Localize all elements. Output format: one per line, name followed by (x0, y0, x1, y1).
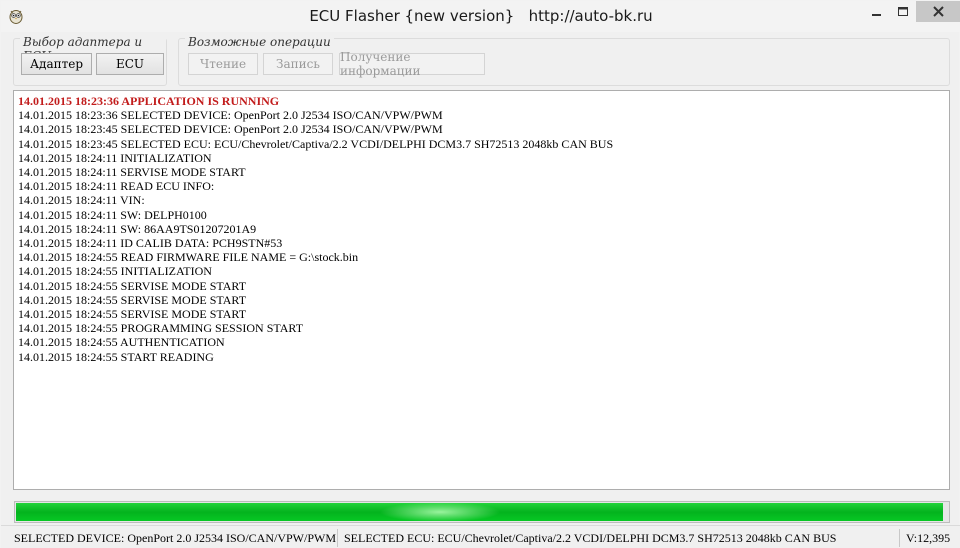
log-line: 14.01.2015 18:24:11 READ ECU INFO: (18, 179, 215, 194)
log-line: 14.01.2015 18:24:11 ID CALIB DATA: PCH9S… (18, 236, 283, 251)
log-line: 14.01.2015 18:23:36 SELECTED DEVICE: Ope… (18, 108, 443, 123)
log-line: 14.01.2015 18:24:55 PROGRAMMING SESSION … (18, 321, 304, 336)
log-line: 14.01.2015 18:23:36 APPLICATION IS RUNNI… (18, 94, 280, 108)
log-line: 14.01.2015 18:24:11 INITIALIZATION (18, 150, 212, 165)
operations-group-label: Возможные операции (185, 35, 334, 49)
log-line: 14.01.2015 18:24:11 VIN: (18, 193, 145, 208)
log-line: 14.01.2015 18:24:11 SERVISE MODE START (18, 165, 246, 180)
title-bar[interactable]: ECU Flasher {new version} http://auto-bk… (1, 1, 960, 32)
progress-fill (16, 503, 944, 521)
log-line: 14.01.2015 18:24:11 SW: DELPH0100 (18, 207, 207, 222)
adapter-button[interactable]: Адаптер (21, 53, 92, 75)
log-line: 14.01.2015 18:24:55 SERVISE MODE START (18, 292, 247, 307)
minimize-icon (871, 13, 881, 16)
close-icon (933, 6, 944, 17)
log-line: 14.01.2015 18:23:45 SELECTED DEVICE: Ope… (18, 122, 443, 137)
get-info-button[interactable]: Получение информации (339, 50, 485, 78)
close-button[interactable] (916, 1, 960, 22)
maximize-button[interactable] (890, 1, 916, 22)
progress-bar (14, 501, 950, 523)
log-output[interactable]: 14.01.2015 18:23:36 APPLICATION IS RUNNI… (13, 90, 950, 490)
status-device: SELECTED DEVICE: OpenPort 2.0 J2534 ISO/… (11, 529, 338, 547)
log-line: 14.01.2015 18:24:11 SW: 86AA9TS01207201A… (18, 221, 257, 236)
read-button[interactable]: Чтение (188, 53, 258, 75)
log-line: 14.01.2015 18:24:55 SERVISE MODE START (18, 307, 247, 322)
maximize-icon (898, 6, 908, 16)
log-line: 14.01.2015 18:24:55 START READING (18, 349, 214, 364)
minimize-button[interactable] (863, 1, 890, 22)
log-line: 14.01.2015 18:24:55 INITIALIZATION (18, 264, 212, 279)
status-ecu: SELECTED ECU: ECU/Chevrolet/Captiva/2.2 … (341, 529, 900, 547)
write-button[interactable]: Запись (263, 53, 333, 75)
log-line: 14.01.2015 18:23:45 SELECTED ECU: ECU/Ch… (18, 136, 614, 151)
log-line: 14.01.2015 18:24:55 SERVISE MODE START (18, 278, 247, 293)
status-version: V:12,395 (906, 531, 951, 545)
log-line: 14.01.2015 18:24:55 AUTHENTICATION (18, 335, 225, 350)
window-title: ECU Flasher {new version} http://auto-bk… (309, 7, 653, 25)
main-window: ECU Flasher {new version} http://auto-bk… (0, 0, 960, 548)
log-line: 14.01.2015 18:24:55 READ FIRMWARE FILE N… (18, 250, 359, 265)
ecu-button[interactable]: ECU (96, 53, 164, 75)
status-bar: SELECTED DEVICE: OpenPort 2.0 J2534 ISO/… (1, 525, 960, 548)
